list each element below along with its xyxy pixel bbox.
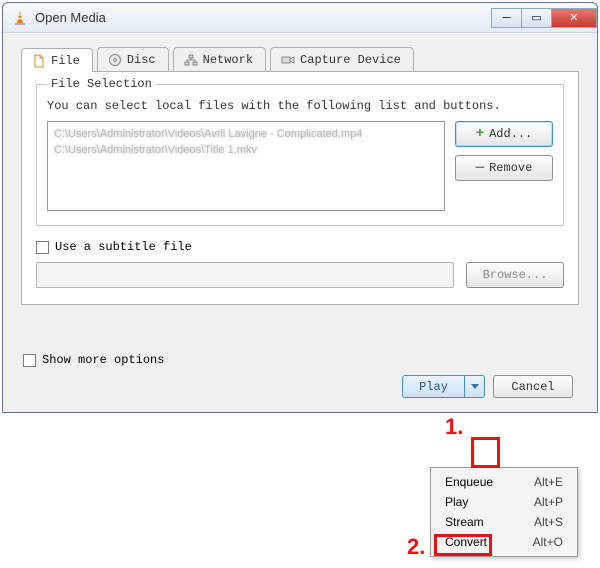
titlebar[interactable]: Open Media ─ ▭ ✕ xyxy=(3,3,597,33)
window-title: Open Media xyxy=(35,10,106,25)
chevron-down-icon xyxy=(471,384,479,389)
menu-shortcut: Alt+E xyxy=(534,475,563,489)
remove-button[interactable]: — Remove xyxy=(455,155,553,181)
media-tabs: File Disc Network Capture Device xyxy=(21,47,579,72)
annotation-box-convert xyxy=(434,534,492,556)
minus-icon: — xyxy=(476,163,484,173)
file-list[interactable]: C:\Users\Administrator\Videos\Avril Lavi… xyxy=(47,121,445,211)
capture-icon xyxy=(281,53,295,67)
add-button[interactable]: + Add... xyxy=(455,121,553,147)
tab-file-label: File xyxy=(51,54,80,68)
add-button-label: Add... xyxy=(489,127,532,141)
browse-button-label: Browse... xyxy=(483,268,548,282)
remove-button-label: Remove xyxy=(489,161,532,175)
tab-capture[interactable]: Capture Device xyxy=(270,47,414,71)
plus-icon: + xyxy=(476,127,484,141)
minimize-button[interactable]: ─ xyxy=(491,8,521,28)
menu-item-enqueue[interactable]: Enqueue Alt+E xyxy=(431,472,577,492)
open-media-dialog: Open Media ─ ▭ ✕ File Disc Network Captu… xyxy=(2,2,598,413)
tab-disc-label: Disc xyxy=(127,53,156,67)
tab-network[interactable]: Network xyxy=(173,47,266,71)
menu-label: Enqueue xyxy=(445,475,493,489)
tab-file[interactable]: File xyxy=(21,48,93,72)
play-split-button[interactable]: Play xyxy=(402,375,485,398)
menu-item-stream[interactable]: Stream Alt+S xyxy=(431,512,577,532)
subtitle-checkbox-label: Use a subtitle file xyxy=(55,240,192,254)
cancel-button-label: Cancel xyxy=(511,380,554,394)
maximize-button[interactable]: ▭ xyxy=(521,8,551,28)
tab-disc[interactable]: Disc xyxy=(97,47,169,71)
show-more-label: Show more options xyxy=(42,353,164,367)
show-more-checkbox[interactable] xyxy=(23,354,36,367)
tab-panel-file: File Selection You can select local file… xyxy=(21,72,579,305)
tab-capture-label: Capture Device xyxy=(300,53,401,67)
browse-button[interactable]: Browse... xyxy=(466,262,564,288)
file-icon xyxy=(32,54,46,68)
file-selection-group: File Selection You can select local file… xyxy=(36,84,564,226)
file-selection-hint: You can select local files with the foll… xyxy=(47,99,553,113)
menu-label: Play xyxy=(445,495,468,509)
annotation-box-dropdown xyxy=(471,437,500,468)
tab-network-label: Network xyxy=(203,53,253,67)
callout-two: 2. xyxy=(407,534,425,560)
vlc-logo-icon xyxy=(11,9,29,27)
play-button[interactable]: Play xyxy=(402,375,464,398)
menu-item-play[interactable]: Play Alt+P xyxy=(431,492,577,512)
network-icon xyxy=(184,53,198,67)
play-dropdown-button[interactable] xyxy=(464,375,485,398)
subtitle-path-field[interactable] xyxy=(36,262,454,288)
menu-label: Stream xyxy=(445,515,484,529)
list-item[interactable]: C:\Users\Administrator\Videos\Title 1.mk… xyxy=(54,142,438,158)
cancel-button[interactable]: Cancel xyxy=(493,375,573,398)
subtitle-checkbox[interactable] xyxy=(36,241,49,254)
menu-shortcut: Alt+P xyxy=(534,495,563,509)
menu-shortcut: Alt+S xyxy=(534,515,563,529)
callout-one: 1. xyxy=(445,414,463,440)
list-item[interactable]: C:\Users\Administrator\Videos\Avril Lavi… xyxy=(54,126,438,142)
play-button-label: Play xyxy=(419,380,448,394)
disc-icon xyxy=(108,53,122,67)
file-selection-legend: File Selection xyxy=(47,77,156,91)
close-button[interactable]: ✕ xyxy=(551,8,597,28)
menu-shortcut: Alt+O xyxy=(533,535,563,549)
